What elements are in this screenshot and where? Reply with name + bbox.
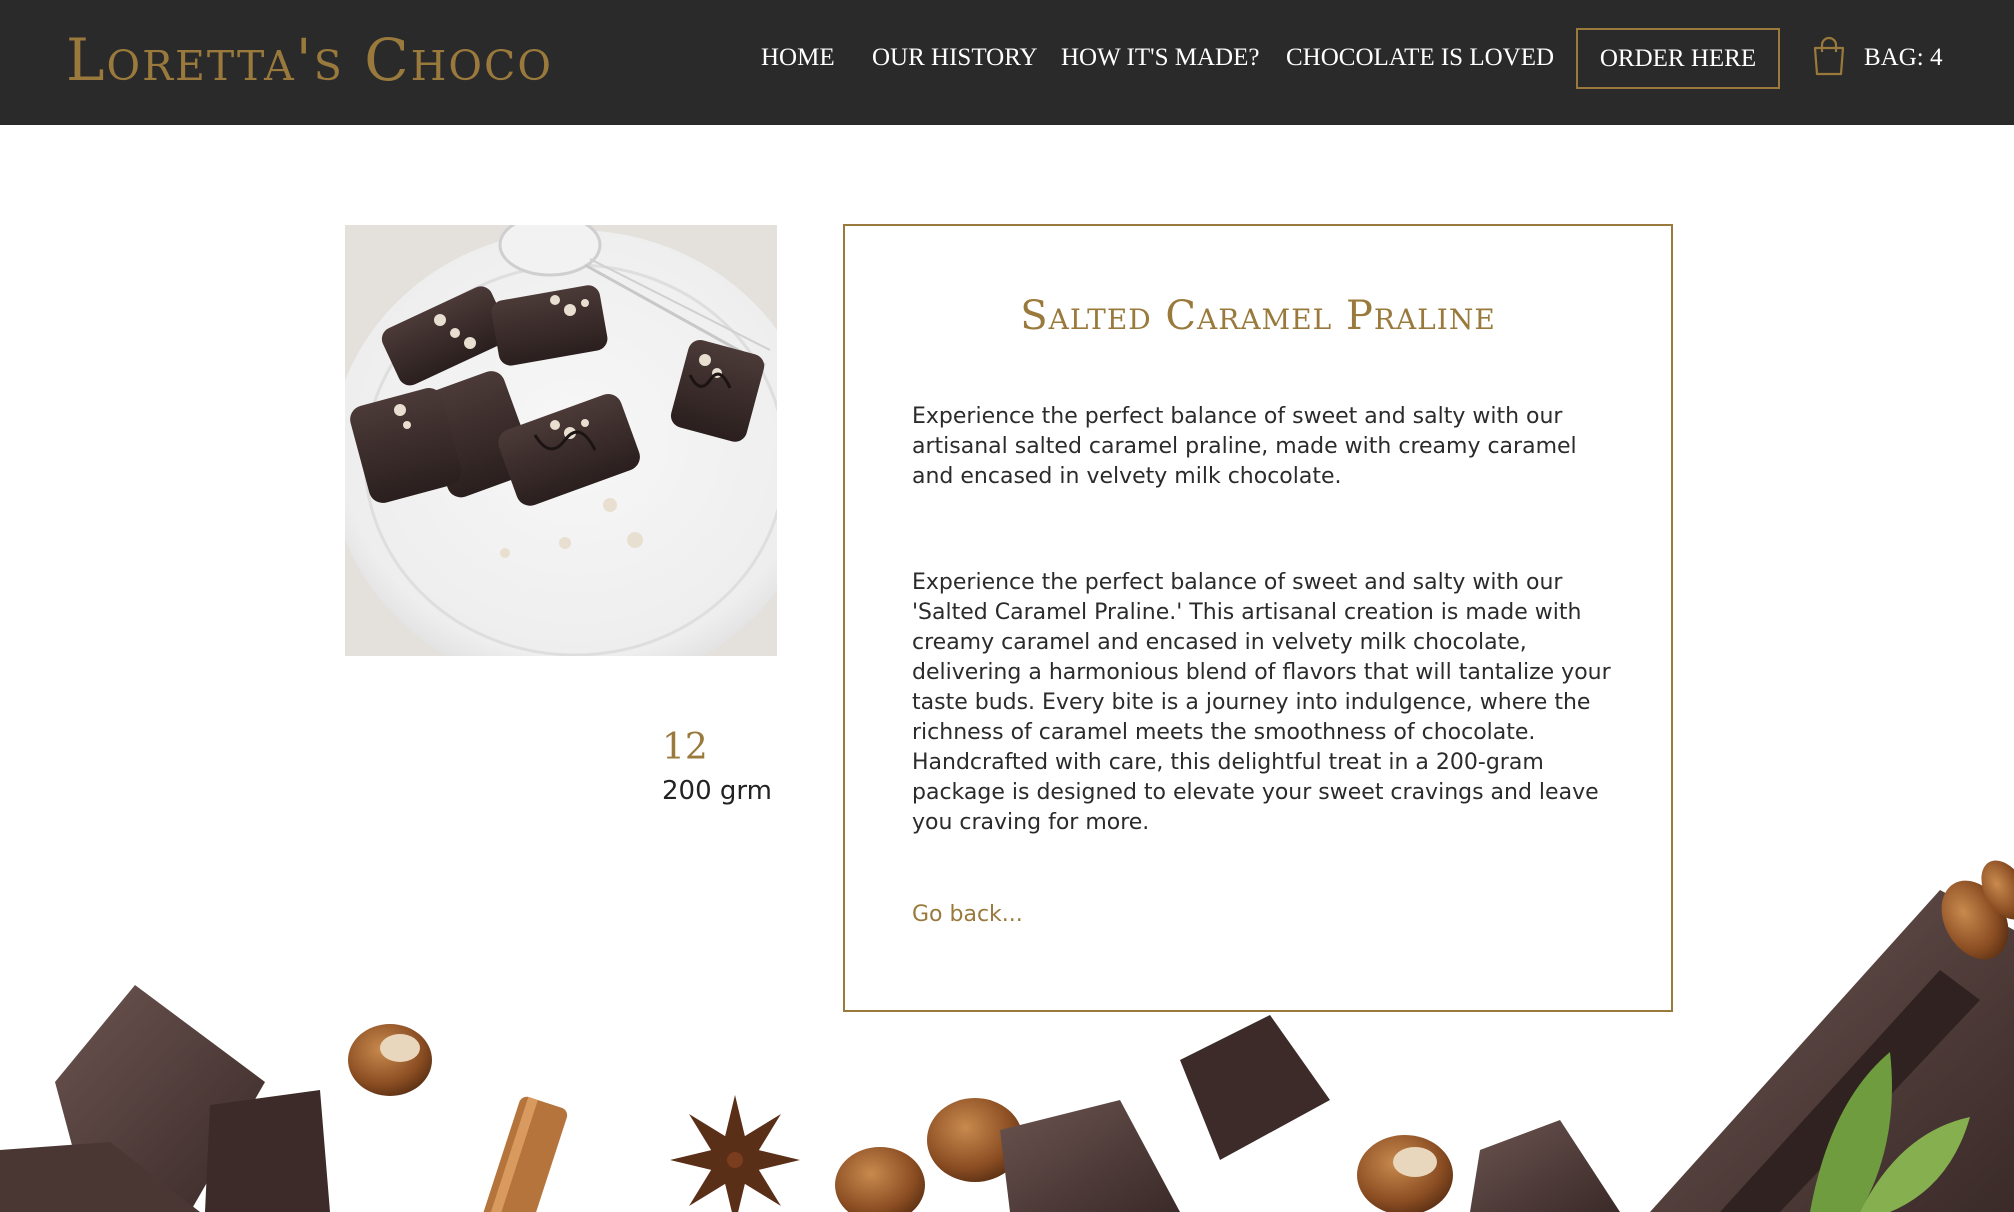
site-logo[interactable]: Loretta's Choco [66,28,553,92]
order-here-button[interactable]: ORDER HERE [1576,28,1780,89]
product-photo [345,225,777,656]
go-back-link[interactable]: Go back... [912,900,1023,930]
nav-how-its-made[interactable]: HOW IT'S MADE? [1061,44,1259,72]
nav-chocolate-is-loved[interactable]: CHOCOLATE IS LOVED [1286,44,1554,72]
site-header: Loretta's Choco HOME OUR HISTORY HOW IT'… [0,0,2014,125]
product-image [345,225,777,656]
nav-home[interactable]: HOME [761,44,835,72]
product-details-card: Salted Caramel Praline Experience the pe… [843,224,1673,1012]
product-description-short: Experience the perfect balance of sweet … [912,404,1577,489]
nav-our-history[interactable]: OUR HISTORY [872,44,1038,72]
bag-count[interactable]: BAG: 4 [1864,44,1942,72]
shopping-bag-icon[interactable] [1812,36,1846,76]
product-weight: 200 grm [662,776,772,806]
product-description-long: Experience the perfect balance of sweet … [912,570,1611,835]
pieces-count: 12 [662,727,708,768]
product-title: Salted Caramel Praline [1020,293,1496,339]
